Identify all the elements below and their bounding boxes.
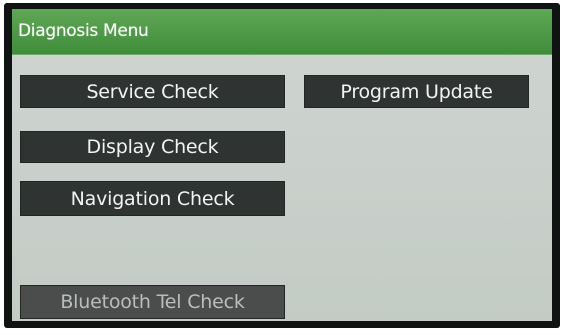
service-check-button[interactable]: Service Check	[20, 75, 285, 108]
screen-title: Diagnosis Menu	[18, 21, 149, 41]
diagnosis-screen: Diagnosis Menu Service Check Display Che…	[12, 9, 552, 321]
bluetooth-tel-check-button[interactable]: Bluetooth Tel Check	[20, 285, 285, 319]
navigation-check-button[interactable]: Navigation Check	[20, 181, 285, 216]
program-update-button[interactable]: Program Update	[304, 75, 529, 108]
display-check-button[interactable]: Display Check	[20, 131, 285, 163]
title-bar: Diagnosis Menu	[12, 9, 552, 55]
display-frame: Diagnosis Menu Service Check Display Che…	[4, 3, 560, 328]
